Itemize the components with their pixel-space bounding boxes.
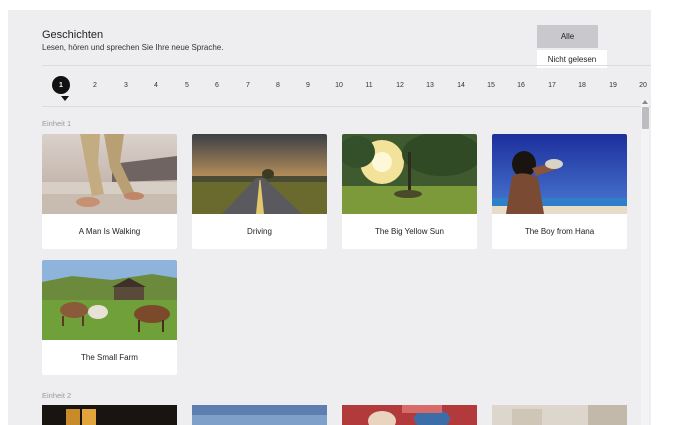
page-button-15[interactable]: 15 — [482, 76, 500, 94]
page-button-12[interactable]: 12 — [391, 76, 409, 94]
page-subtitle: Lesen, hören und sprechen Sie Ihre neue … — [42, 43, 224, 52]
unit-label-2: Einheit 2 — [42, 391, 72, 400]
page-button-16[interactable]: 16 — [512, 76, 530, 94]
story-image-driving — [192, 134, 327, 214]
story-image-boy — [492, 134, 627, 214]
story-card-partial[interactable] — [42, 405, 177, 425]
page-button-18[interactable]: 18 — [573, 76, 591, 94]
story-image-sun — [342, 134, 477, 214]
story-card-partial[interactable] — [492, 405, 627, 425]
page-button-7[interactable]: 7 — [239, 76, 257, 94]
story-title: The Big Yellow Sun — [375, 227, 444, 236]
page-button-8[interactable]: 8 — [269, 76, 287, 94]
scroll-up-icon[interactable] — [642, 100, 648, 104]
story-title: The Small Farm — [81, 353, 138, 362]
story-card-the-small-farm[interactable]: The Small Farm — [42, 260, 177, 375]
story-image-walking — [42, 134, 177, 214]
page-button-1[interactable]: 1 — [52, 76, 70, 94]
story-image-window — [42, 405, 177, 425]
page-button-19[interactable]: 19 — [604, 76, 622, 94]
page-button-3[interactable]: 3 — [117, 76, 135, 94]
story-title: A Man Is Walking — [78, 227, 141, 236]
page-button-10[interactable]: 10 — [330, 76, 348, 94]
page-button-5[interactable]: 5 — [178, 76, 196, 94]
active-page-indicator — [61, 96, 69, 101]
page-button-20[interactable]: 20 — [634, 76, 651, 94]
story-image-people — [342, 405, 477, 425]
story-card-driving[interactable]: Driving — [192, 134, 327, 249]
story-card-the-big-yellow-sun[interactable]: The Big Yellow Sun — [342, 134, 477, 249]
page-button-2[interactable]: 2 — [86, 76, 104, 94]
page-button-11[interactable]: 11 — [360, 76, 378, 94]
filter-all-button[interactable]: Alle — [537, 25, 598, 48]
page-button-14[interactable]: 14 — [452, 76, 470, 94]
story-image-farm — [42, 260, 177, 340]
header-divider — [42, 65, 651, 66]
story-card-partial[interactable] — [192, 405, 327, 425]
story-card-a-man-is-walking[interactable]: A Man Is Walking — [42, 134, 177, 249]
page-button-17[interactable]: 17 — [543, 76, 561, 94]
stories-panel: Geschichten Lesen, hören und sprechen Si… — [8, 10, 651, 425]
story-title: Driving — [247, 227, 272, 236]
story-image-sky — [192, 405, 327, 425]
scrollbar-thumb[interactable] — [642, 107, 649, 129]
story-image-room — [492, 405, 627, 425]
page-button-6[interactable]: 6 — [208, 76, 226, 94]
unit-label-1: Einheit 1 — [42, 119, 72, 128]
page-button-4[interactable]: 4 — [147, 76, 165, 94]
page-button-9[interactable]: 9 — [299, 76, 317, 94]
pagination-divider — [42, 106, 651, 107]
page-button-13[interactable]: 13 — [421, 76, 439, 94]
page-title: Geschichten — [42, 29, 104, 41]
story-title: The Boy from Hana — [524, 227, 595, 236]
story-card-partial[interactable] — [342, 405, 477, 425]
story-card-the-boy-from-hana[interactable]: The Boy from Hana — [492, 134, 627, 249]
scrollbar-track[interactable] — [641, 100, 649, 425]
